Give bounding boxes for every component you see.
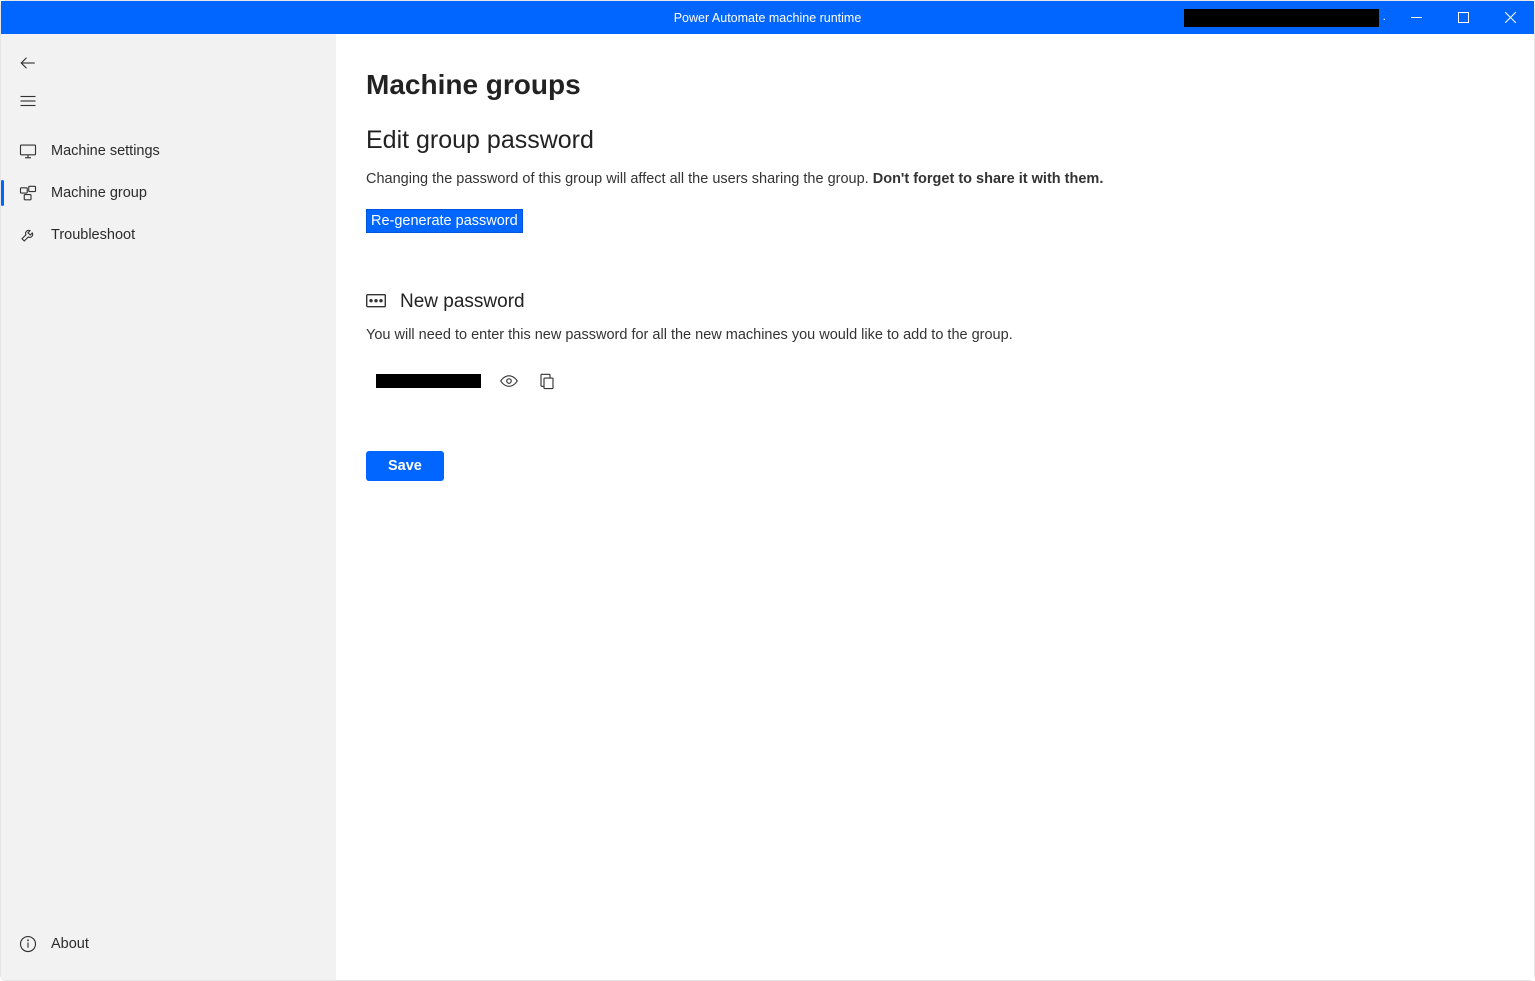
sidebar-item-troubleshoot[interactable]: Troubleshoot (1, 214, 336, 256)
page-title: Machine groups (366, 69, 1504, 101)
save-button[interactable]: Save (366, 451, 444, 481)
close-button[interactable] (1487, 1, 1534, 34)
password-row (366, 371, 1504, 391)
new-password-heading: New password (366, 291, 1504, 313)
window-controls (1393, 1, 1534, 34)
subsection-title: New password (400, 291, 525, 313)
info-icon (19, 935, 37, 953)
regenerate-password-button[interactable]: Re-generate password (366, 209, 523, 233)
hamburger-button[interactable] (1, 82, 336, 120)
nav-label: Machine settings (51, 143, 160, 159)
password-field-icon (366, 294, 386, 310)
wrench-icon (19, 226, 37, 244)
hamburger-icon (19, 92, 37, 110)
section-description: Changing the password of this group will… (366, 171, 1504, 187)
nav-label: Troubleshoot (51, 227, 135, 243)
minimize-icon (1411, 12, 1422, 23)
user-suffix: . (1383, 9, 1386, 23)
back-arrow-icon (19, 54, 37, 72)
copy-password-button[interactable] (537, 371, 557, 391)
sidebar-item-about[interactable]: About (1, 923, 336, 965)
maximize-button[interactable] (1440, 1, 1487, 34)
sidebar-item-machine-group[interactable]: Machine group (1, 172, 336, 214)
main-content: Machine groups Edit group password Chang… (336, 34, 1534, 980)
eye-icon (500, 372, 518, 390)
nav-label: Machine group (51, 185, 147, 201)
description-text: Changing the password of this group will… (366, 171, 873, 187)
description-strong: Don't forget to share it with them. (873, 171, 1104, 187)
monitor-icon (19, 142, 37, 160)
titlebar: Power Automate machine runtime . (1, 1, 1534, 34)
maximize-icon (1458, 12, 1469, 23)
user-account-redacted[interactable] (1184, 9, 1379, 27)
app-title: Power Automate machine runtime (674, 11, 862, 25)
machine-group-icon (19, 184, 37, 202)
subsection-description: You will need to enter this new password… (366, 327, 1504, 343)
sidebar-item-machine-settings[interactable]: Machine settings (1, 130, 336, 172)
close-icon (1505, 12, 1516, 23)
password-value-masked (376, 374, 481, 388)
copy-icon (538, 372, 556, 390)
sidebar: Machine settings Machine group Troublesh… (1, 34, 336, 980)
reveal-password-button[interactable] (499, 371, 519, 391)
back-button[interactable] (1, 44, 336, 82)
section-title: Edit group password (366, 126, 1504, 155)
minimize-button[interactable] (1393, 1, 1440, 34)
nav-label: About (51, 936, 89, 952)
nav-list: Machine settings Machine group Troublesh… (1, 130, 336, 256)
